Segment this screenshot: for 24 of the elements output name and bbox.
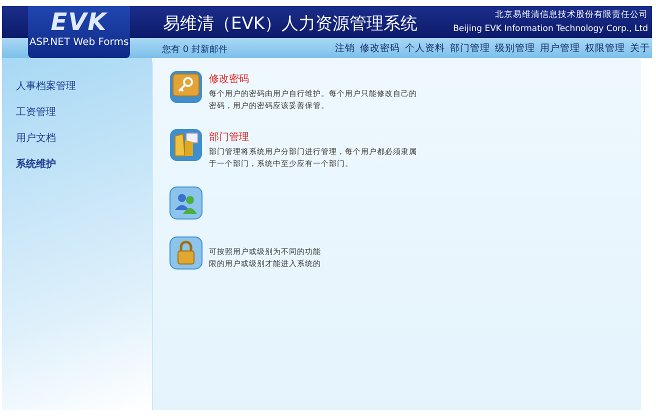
nav-link[interactable]: 关于 [630,42,650,55]
company-name-english: Beijing EVK Information Technology Corp., Ltd [453,24,648,34]
sidebar-item[interactable]: 系统维护 [16,159,56,170]
folder-icon[interactable] [169,128,203,162]
nav-link[interactable]: 用户管理 [540,42,580,55]
padlock-icon[interactable] [169,236,203,270]
module-title[interactable]: 部门管理 [209,130,417,144]
sidebar-item[interactable]: 人事档案管理 [16,81,76,92]
nav-link[interactable]: 级别管理 [495,42,535,55]
nav-link[interactable]: 注销 [335,42,355,55]
app-title: 易维清（EVK）人力资源管理系统 [163,13,418,35]
logo-subtitle: ASP.NET Web Forms [29,37,129,48]
sidebar-item[interactable]: 工资管理 [16,107,56,118]
mail-notice: 您有 0 封新邮件 [162,44,228,56]
nav-link[interactable]: 个人资料 [405,42,445,55]
nav-link[interactable]: 部门管理 [450,42,490,55]
users-icon[interactable] [169,186,203,220]
key-icon[interactable] [169,70,203,104]
company-name: 北京易维清信息技术股份有限责任公司 [495,9,648,21]
nav-link[interactable]: 权限管理 [585,42,625,55]
module-title[interactable]: 修改密码 [209,72,417,86]
logo-text: EVK [50,8,108,36]
sidebar-item[interactable]: 用户文档 [16,133,56,144]
nav-link[interactable]: 修改密码 [360,42,400,55]
